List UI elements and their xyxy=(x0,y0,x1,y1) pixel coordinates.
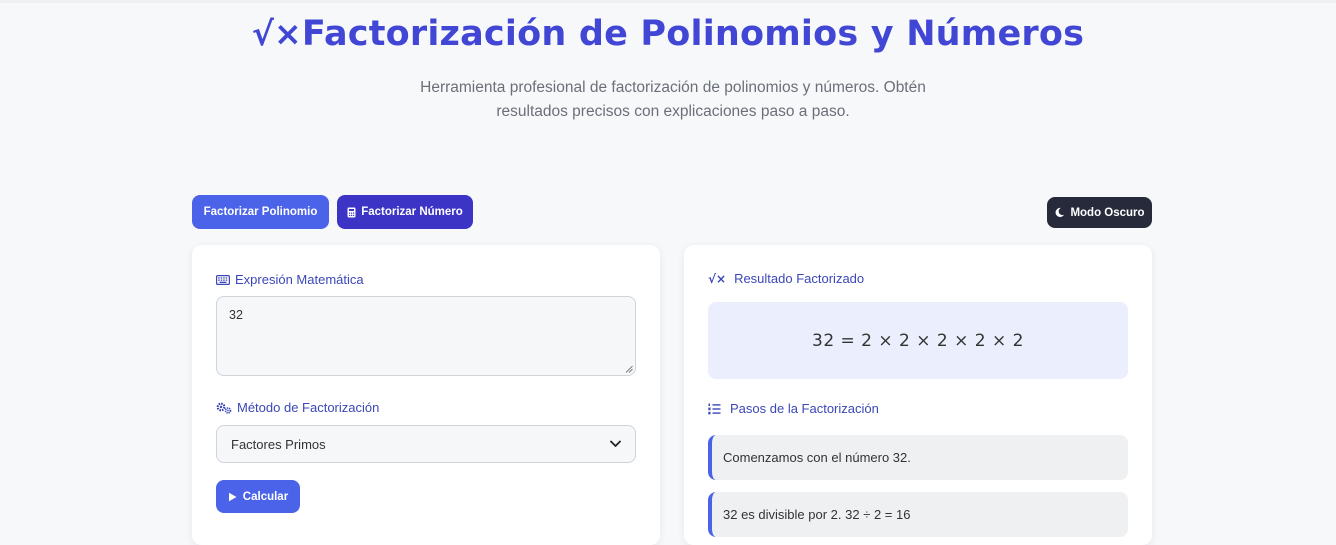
dark-mode-button[interactable]: Modo Oscuro xyxy=(1047,197,1152,228)
expression-value: 32 xyxy=(229,308,243,322)
page-title-text: Factorización de Polinomios y Números xyxy=(301,14,1085,54)
input-card: Expresión Matemática 32 Método de Factor… xyxy=(192,245,660,545)
factor-number-label: Factorizar Número xyxy=(361,206,463,218)
steps-label: Pasos de la Factorización xyxy=(730,401,879,416)
step-text: Comenzamos con el número 32. xyxy=(723,450,911,465)
play-icon xyxy=(228,492,237,502)
method-select[interactable]: Factores Primos xyxy=(216,425,636,463)
list-ol-icon xyxy=(708,403,721,415)
top-border xyxy=(0,0,1336,3)
factor-number-button[interactable]: Factorizar Número xyxy=(337,195,473,229)
expression-input[interactable]: 32 xyxy=(216,296,636,376)
calculate-label: Calcular xyxy=(242,490,289,503)
factor-polynomial-button[interactable]: Factorizar Polinomio xyxy=(192,195,329,229)
factor-polynomial-label: Factorizar Polinomio xyxy=(203,206,318,218)
steps-heading: Pasos de la Factorización xyxy=(708,401,879,416)
result-heading: √× Resultado Factorizado xyxy=(708,271,864,286)
step-item: Comenzamos con el número 32. xyxy=(708,435,1128,480)
calculate-button[interactable]: Calcular xyxy=(216,480,300,513)
result-label: Resultado Factorizado xyxy=(734,271,865,286)
method-selected-value: Factores Primos xyxy=(231,436,326,452)
gears-icon xyxy=(216,402,232,414)
page-title: √×Factorización de Polinomios y Números xyxy=(0,14,1336,54)
result-display: 32 = 2 × 2 × 2 × 2 × 2 xyxy=(708,302,1128,379)
step-item: 32 es divisible por 2. 32 ÷ 2 = 16 xyxy=(708,492,1128,537)
sqrt-x-icon: √× xyxy=(708,271,727,286)
keyboard-icon xyxy=(216,274,230,285)
chevron-down-icon xyxy=(610,440,621,448)
sqrt-x-icon: √× xyxy=(251,14,302,53)
result-card: √× Resultado Factorizado 32 = 2 × 2 × 2 … xyxy=(684,245,1152,545)
expression-heading: Expresión Matemática xyxy=(216,272,364,287)
calculator-icon xyxy=(347,207,356,218)
expression-label: Expresión Matemática xyxy=(235,272,364,287)
method-label: Método de Factorización xyxy=(237,400,380,415)
result-value: 32 = 2 × 2 × 2 × 2 × 2 xyxy=(812,330,1024,351)
step-text: 32 es divisible por 2. 32 ÷ 2 = 16 xyxy=(723,507,911,522)
method-heading: Método de Factorización xyxy=(216,400,379,415)
resize-handle-icon[interactable] xyxy=(625,365,633,373)
page-subtitle: Herramienta profesional de factorización… xyxy=(420,79,926,120)
moon-icon xyxy=(1054,207,1065,218)
dark-mode-label: Modo Oscuro xyxy=(1070,206,1145,219)
